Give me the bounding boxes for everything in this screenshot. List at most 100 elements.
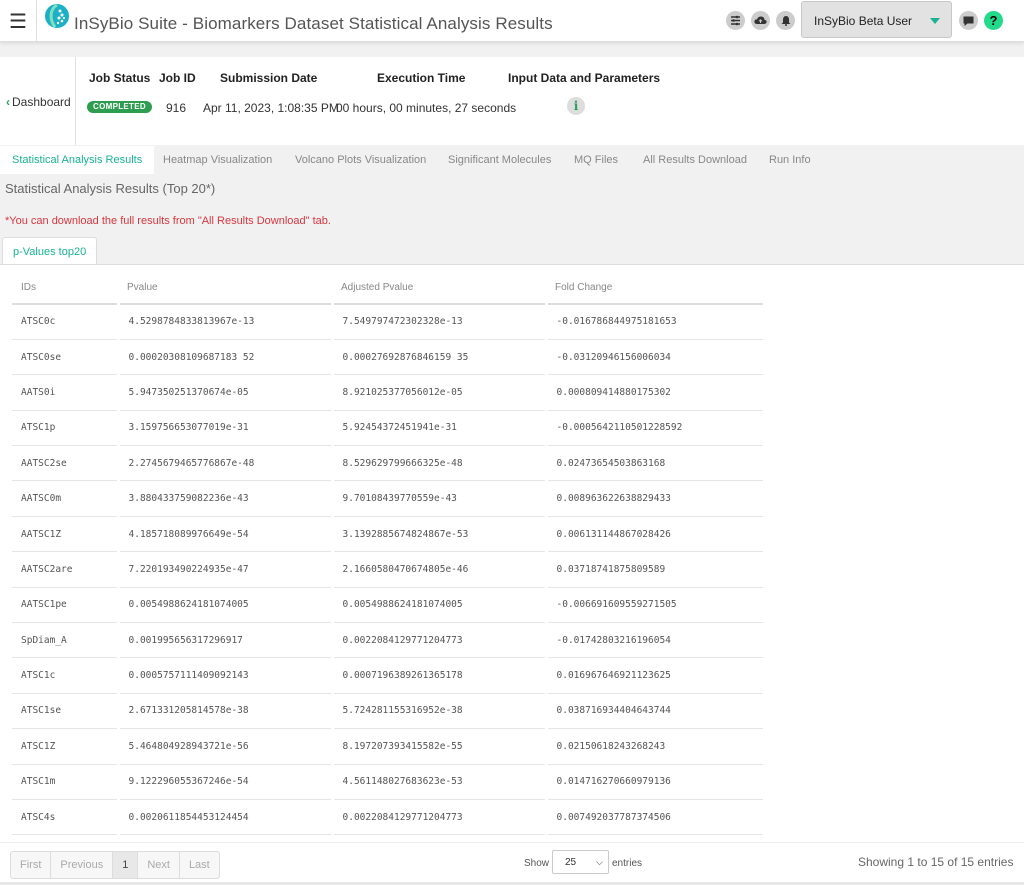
- cell-fold-change: 0.02150618243268243: [546, 728, 766, 765]
- cell-pvalue: 0.0005757111409092143: [118, 657, 334, 694]
- cell-id: ATSC4s: [12, 799, 120, 836]
- cell-id: ATSC0c: [12, 304, 120, 340]
- chevron-down-icon: ⌵: [596, 857, 603, 867]
- page-1-button[interactable]: 1: [113, 852, 139, 878]
- table-row: AATSC2are 7.220193490224935e-47 2.16605804…: [12, 551, 766, 588]
- job-summary-bar: ‹ Dashboard Job Status Job ID Submission …: [0, 57, 1024, 145]
- chevron-left-icon: ‹: [6, 95, 10, 109]
- bell-icon[interactable]: [776, 11, 795, 30]
- table-row: ATSC1se 2.671331205814578e-38 5.7242811553…: [12, 693, 766, 730]
- job-id-header: Job ID: [159, 71, 196, 85]
- tab-all-results-download[interactable]: All Results Download: [643, 146, 747, 174]
- cell-pvalue: 0.001995656317296917: [118, 622, 334, 659]
- table-row: SpDiam_A 0.001995656317296917 0.0022084129…: [12, 622, 766, 659]
- cell-fold-change: 0.000809414880175302: [546, 374, 766, 411]
- column-header-ids[interactable]: IDs: [12, 271, 118, 305]
- cell-adjusted-pvalue: 5.92454372451941e-31: [332, 410, 548, 447]
- tab-statistical-analysis-results[interactable]: Statistical Analysis Results: [0, 146, 155, 174]
- table-footer: First Previous 1 Next Last Show 25 ⌵ ent…: [0, 842, 1024, 882]
- cell-pvalue: 3.880433759082236e-43: [118, 480, 334, 517]
- table-info: Showing 1 to 15 of 15 entries: [858, 855, 1014, 869]
- cell-adjusted-pvalue: 0.00027692876846159 35: [332, 339, 548, 376]
- cell-fold-change: -0.01742803216196054: [546, 622, 766, 659]
- cell-adjusted-pvalue: 9.70108439770559e-43: [332, 480, 548, 517]
- dashboard-back-link[interactable]: ‹ Dashboard: [6, 95, 71, 109]
- cell-fold-change: -0.016786844975181653: [546, 304, 766, 340]
- menu-icon[interactable]: ☰: [0, 0, 37, 42]
- cell-pvalue: 9.122296055367246e-54: [118, 764, 334, 800]
- next-page-button[interactable]: Next: [138, 852, 180, 878]
- cell-pvalue: 5.464804928943721e-56: [118, 728, 334, 765]
- table-row: ATSC1Z 5.464804928943721e-56 8.19720739341…: [12, 728, 766, 765]
- cell-pvalue: 0.0054988624181074005: [118, 587, 334, 624]
- cell-pvalue: 4.5298784833813967e-13: [118, 304, 334, 340]
- column-header-fold-change[interactable]: Fold Change: [546, 271, 764, 305]
- cell-pvalue: 3.159756653077019e-31: [118, 410, 334, 447]
- execution-time-header: Execution Time: [377, 71, 466, 85]
- cell-id: ATSC1c: [12, 657, 120, 694]
- cell-pvalue: 4.185718089976649e-54: [118, 516, 334, 553]
- first-page-button[interactable]: First: [11, 852, 52, 878]
- entries-label: entries: [612, 858, 643, 869]
- sliders-icon[interactable]: [726, 11, 745, 30]
- page-length-select[interactable]: 25 ⌵: [552, 850, 609, 874]
- table-header-row: IDs Pvalue Adjusted Pvalue Fold Change: [12, 271, 764, 305]
- cell-fold-change: 0.038716934404643744: [546, 693, 766, 730]
- cell-adjusted-pvalue: 8.921025377056012e-05: [332, 374, 548, 411]
- cell-pvalue: 2.2745679465776867e-48: [118, 445, 334, 482]
- tab-mq-files[interactable]: MQ Files: [574, 146, 618, 174]
- download-note: *You can download the full results from …: [5, 215, 331, 227]
- cell-id: AATS0i: [12, 374, 120, 411]
- execution-time-value: 00 hours, 00 minutes, 27 seconds: [336, 101, 517, 115]
- cell-pvalue: 0.0020611854453124454: [118, 799, 334, 836]
- tab-run-info[interactable]: Run Info: [769, 146, 811, 174]
- cell-id: SpDiam_A: [12, 622, 120, 659]
- cell-adjusted-pvalue: 8.197207393415582e-55: [332, 728, 548, 765]
- results-tabs: Statistical Analysis Results Heatmap Vis…: [0, 146, 1024, 174]
- cell-fold-change: 0.014716270660979136: [546, 764, 766, 800]
- cell-pvalue: 2.671331205814578e-38: [118, 693, 334, 730]
- cell-fold-change: 0.016967646921123625: [546, 657, 766, 694]
- page-length-value: 25: [565, 857, 577, 868]
- cell-id: AATSC2are: [12, 551, 120, 588]
- cloud-upload-icon[interactable]: [751, 11, 770, 30]
- cell-pvalue: 7.220193490224935e-47: [118, 551, 334, 588]
- previous-page-button[interactable]: Previous: [51, 852, 114, 878]
- user-menu-select[interactable]: InSyBio Beta User: [801, 1, 952, 38]
- table-row: ATSC1p 3.159756653077019e-31 5.92454372451…: [12, 410, 766, 447]
- tab-heatmap-visualization[interactable]: Heatmap Visualization: [163, 146, 272, 174]
- column-header-pvalue[interactable]: Pvalue: [118, 271, 332, 305]
- cell-adjusted-pvalue: 0.0022084129771204773: [332, 799, 548, 836]
- cell-adjusted-pvalue: 0.0022084129771204773: [332, 622, 548, 659]
- divider: [75, 57, 76, 145]
- cell-adjusted-pvalue: 5.724281155316952e-38: [332, 693, 548, 730]
- table-body: ATSC0c 4.5298784833813967e-13 7.5497974723…: [12, 304, 766, 836]
- table-row: AATSC1pe 0.0054988624181074005 0.005498862…: [12, 587, 766, 624]
- cell-id: ATSC1m: [12, 764, 120, 800]
- tab-significant-molecules[interactable]: Significant Molecules: [448, 146, 551, 174]
- cell-fold-change: 0.03718741875809589: [546, 551, 766, 588]
- last-page-button[interactable]: Last: [180, 852, 219, 878]
- table-row: ATSC1m 9.122296055367246e-54 4.56114802768…: [12, 764, 766, 800]
- cell-adjusted-pvalue: 2.1660580470674805e-46: [332, 551, 548, 588]
- submission-date-value: Apr 11, 2023, 1:08:35 PM: [203, 101, 339, 115]
- table-row: ATSC1c 0.0005757111409092143 0.00071963892…: [12, 657, 766, 694]
- results-table: IDs Pvalue Adjusted Pvalue Fold Change A…: [12, 271, 766, 836]
- help-icon[interactable]: ?: [984, 11, 1003, 30]
- insybio-logo: [45, 3, 69, 28]
- chat-icon[interactable]: [959, 11, 978, 30]
- app-title: InSyBio Suite - Biomarkers Dataset Stati…: [74, 14, 553, 33]
- cell-pvalue: 0.00020308109687183 52: [118, 339, 334, 376]
- table-row: AATSC2se 2.2745679465776867e-48 8.52962979…: [12, 445, 766, 482]
- tab-volcano-plots-visualization[interactable]: Volcano Plots Visualization: [295, 146, 426, 174]
- table-row: AATS0i 5.947350251370674e-05 8.92102537705…: [12, 374, 766, 411]
- table-row: ATSC4s 0.0020611854453124454 0.00220841297…: [12, 799, 766, 836]
- info-icon[interactable]: i: [567, 97, 585, 115]
- column-header-adjusted-pvalue[interactable]: Adjusted Pvalue: [332, 271, 546, 305]
- cell-fold-change: -0.0005642110501228592: [546, 410, 766, 447]
- cell-adjusted-pvalue: 8.529629799666325e-48: [332, 445, 548, 482]
- cell-adjusted-pvalue: 3.1392885674824867e-53: [332, 516, 548, 553]
- show-label: Show: [524, 858, 550, 869]
- tab-p-values-top20[interactable]: p-Values top20: [2, 237, 98, 265]
- cell-fold-change: 0.008963622638829433: [546, 480, 766, 517]
